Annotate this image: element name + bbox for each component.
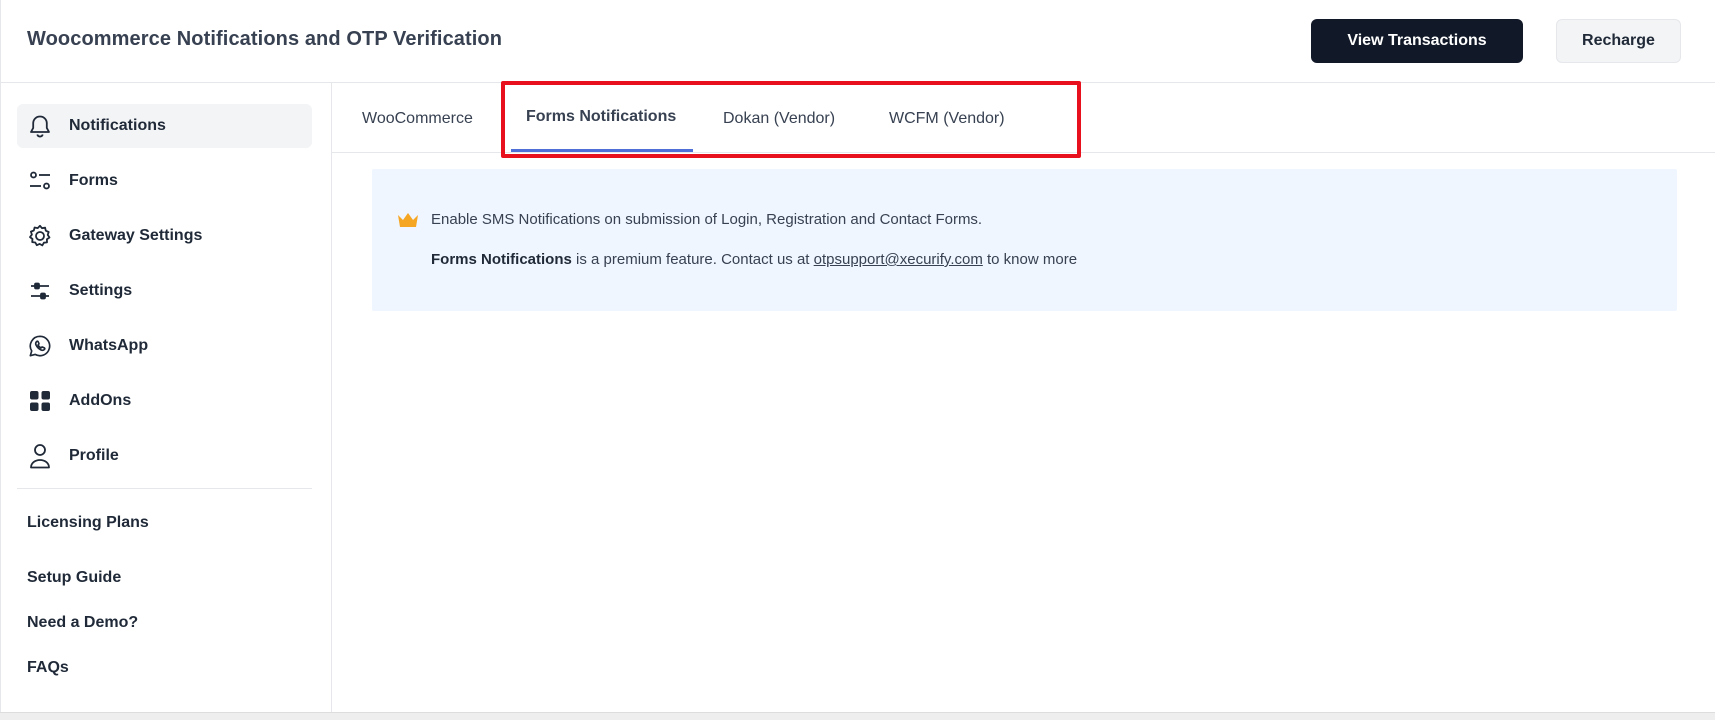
notice-description: Enable SMS Notifications on submission o… [431, 211, 983, 228]
tab-wcfm-vendor[interactable]: WCFM (Vendor) [889, 110, 1005, 128]
tab-woocommerce[interactable]: WooCommerce [362, 110, 473, 128]
sidebar-item-notifications[interactable]: Notifications [17, 104, 312, 148]
whatsapp-icon [28, 334, 52, 358]
main-content: WooCommerce Forms Notifications Dokan (V… [332, 81, 1715, 712]
sidebar: Notifications Forms Gateway Settings Set… [1, 83, 332, 712]
sidebar-item-label: Forms [69, 172, 118, 189]
feature-name: Forms Notifications [431, 251, 572, 268]
sidebar-item-label: Profile [69, 447, 119, 464]
notice-premium-text: Forms Notifications is a premium feature… [431, 251, 1077, 268]
bottom-scrollbar[interactable] [0, 712, 1715, 720]
premium-feature-notice: Enable SMS Notifications on submission o… [372, 169, 1677, 311]
support-email-link[interactable]: otpsupport@xecurify.com [814, 251, 983, 268]
user-icon [28, 444, 52, 469]
sidebar-item-label: Settings [69, 282, 133, 299]
active-tab-indicator [511, 149, 693, 152]
sliders-icon [28, 279, 52, 303]
tab-bar: WooCommerce Forms Notifications Dokan (V… [332, 81, 1715, 158]
sidebar-item-profile[interactable]: Profile [17, 434, 312, 478]
faqs-link[interactable]: FAQs [27, 659, 69, 677]
sidebar-item-label: AddOns [69, 392, 132, 409]
view-transactions-button[interactable]: View Transactions [1311, 19, 1523, 63]
sidebar-item-whatsapp[interactable]: WhatsApp [17, 324, 312, 368]
tab-dokan-vendor[interactable]: Dokan (Vendor) [723, 110, 835, 128]
sidebar-item-settings[interactable]: Settings [17, 269, 312, 313]
notice-text: is a premium feature. Contact us at [571, 251, 814, 268]
app-window: Woocommerce Notifications and OTP Verifi… [0, 0, 1715, 712]
bell-icon [28, 114, 52, 138]
sidebar-item-gateway-settings[interactable]: Gateway Settings [17, 214, 312, 258]
licensing-plans-link[interactable]: Licensing Plans [27, 514, 149, 532]
sidebar-divider [17, 488, 312, 489]
page-title: Woocommerce Notifications and OTP Verifi… [27, 28, 503, 50]
sidebar-item-label: Gateway Settings [69, 227, 203, 244]
notice-text-end: to know more [982, 251, 1078, 268]
forms-icon [28, 169, 52, 193]
page-header: Woocommerce Notifications and OTP Verifi… [1, 0, 1715, 83]
need-a-demo-link[interactable]: Need a Demo? [27, 614, 138, 632]
sidebar-item-addons[interactable]: AddOns [17, 379, 312, 423]
tab-forms-notifications[interactable]: Forms Notifications [526, 108, 676, 126]
sidebar-item-label: Notifications [69, 117, 166, 134]
grid-icon [28, 389, 52, 413]
recharge-button[interactable]: Recharge [1556, 19, 1681, 63]
sidebar-item-forms[interactable]: Forms [17, 159, 312, 203]
gear-icon [28, 224, 52, 248]
setup-guide-link[interactable]: Setup Guide [27, 569, 121, 587]
sidebar-item-label: WhatsApp [69, 337, 149, 354]
crown-icon [396, 211, 420, 234]
